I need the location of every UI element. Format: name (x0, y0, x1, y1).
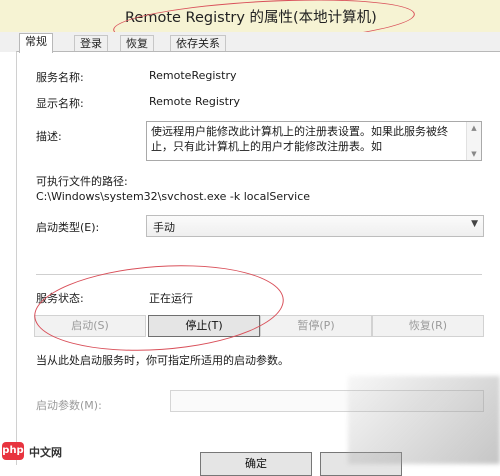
description-label: 描述: (36, 130, 62, 143)
startup-type-value: 手动 (153, 221, 175, 234)
exe-path-label: 可执行文件的路径: (36, 175, 128, 188)
ok-button[interactable]: 确定 (200, 452, 312, 476)
description-scrollbar[interactable]: ▲ ▼ (466, 122, 481, 160)
service-name-label: 服务名称: (36, 71, 84, 84)
startup-type-select[interactable]: 手动 ▼ (146, 215, 484, 237)
chevron-down-icon: ▼ (471, 219, 478, 229)
resume-button[interactable]: 恢复(R) (372, 315, 484, 337)
scroll-up-icon[interactable]: ▲ (467, 122, 481, 134)
description-textbox[interactable]: 使远程用户能修改此计算机上的注册表设置。如果此服务被终止，只有此计算机上的用户才… (146, 121, 482, 161)
exe-path-value: C:\Windows\system32\svchost.exe -k local… (36, 190, 311, 203)
logo-text: 中文网 (29, 446, 62, 459)
tab-recovery[interactable]: 恢复 (120, 35, 154, 52)
tab-logon[interactable]: 登录 (74, 35, 108, 52)
watermark-blur (348, 376, 500, 464)
php-logo-icon: php (2, 442, 24, 460)
service-name-value: RemoteRegistry (149, 69, 237, 82)
pause-button[interactable]: 暂停(P) (260, 315, 372, 337)
tab-dependencies[interactable]: 依存关系 (170, 35, 226, 52)
start-params-label: 启动参数(M): (36, 399, 102, 412)
display-name-value: Remote Registry (149, 95, 240, 108)
startup-type-label: 启动类型(E): (36, 221, 100, 234)
scroll-down-icon[interactable]: ▼ (467, 148, 481, 160)
start-params-hint: 当从此处启动服务时，你可指定所适用的启动参数。 (36, 354, 289, 367)
display-name-label: 显示名称: (36, 97, 84, 110)
description-text: 使远程用户能修改此计算机上的注册表设置。如果此服务被终止，只有此计算机上的用户才… (151, 125, 448, 153)
tab-general[interactable]: 常规 (19, 33, 53, 53)
